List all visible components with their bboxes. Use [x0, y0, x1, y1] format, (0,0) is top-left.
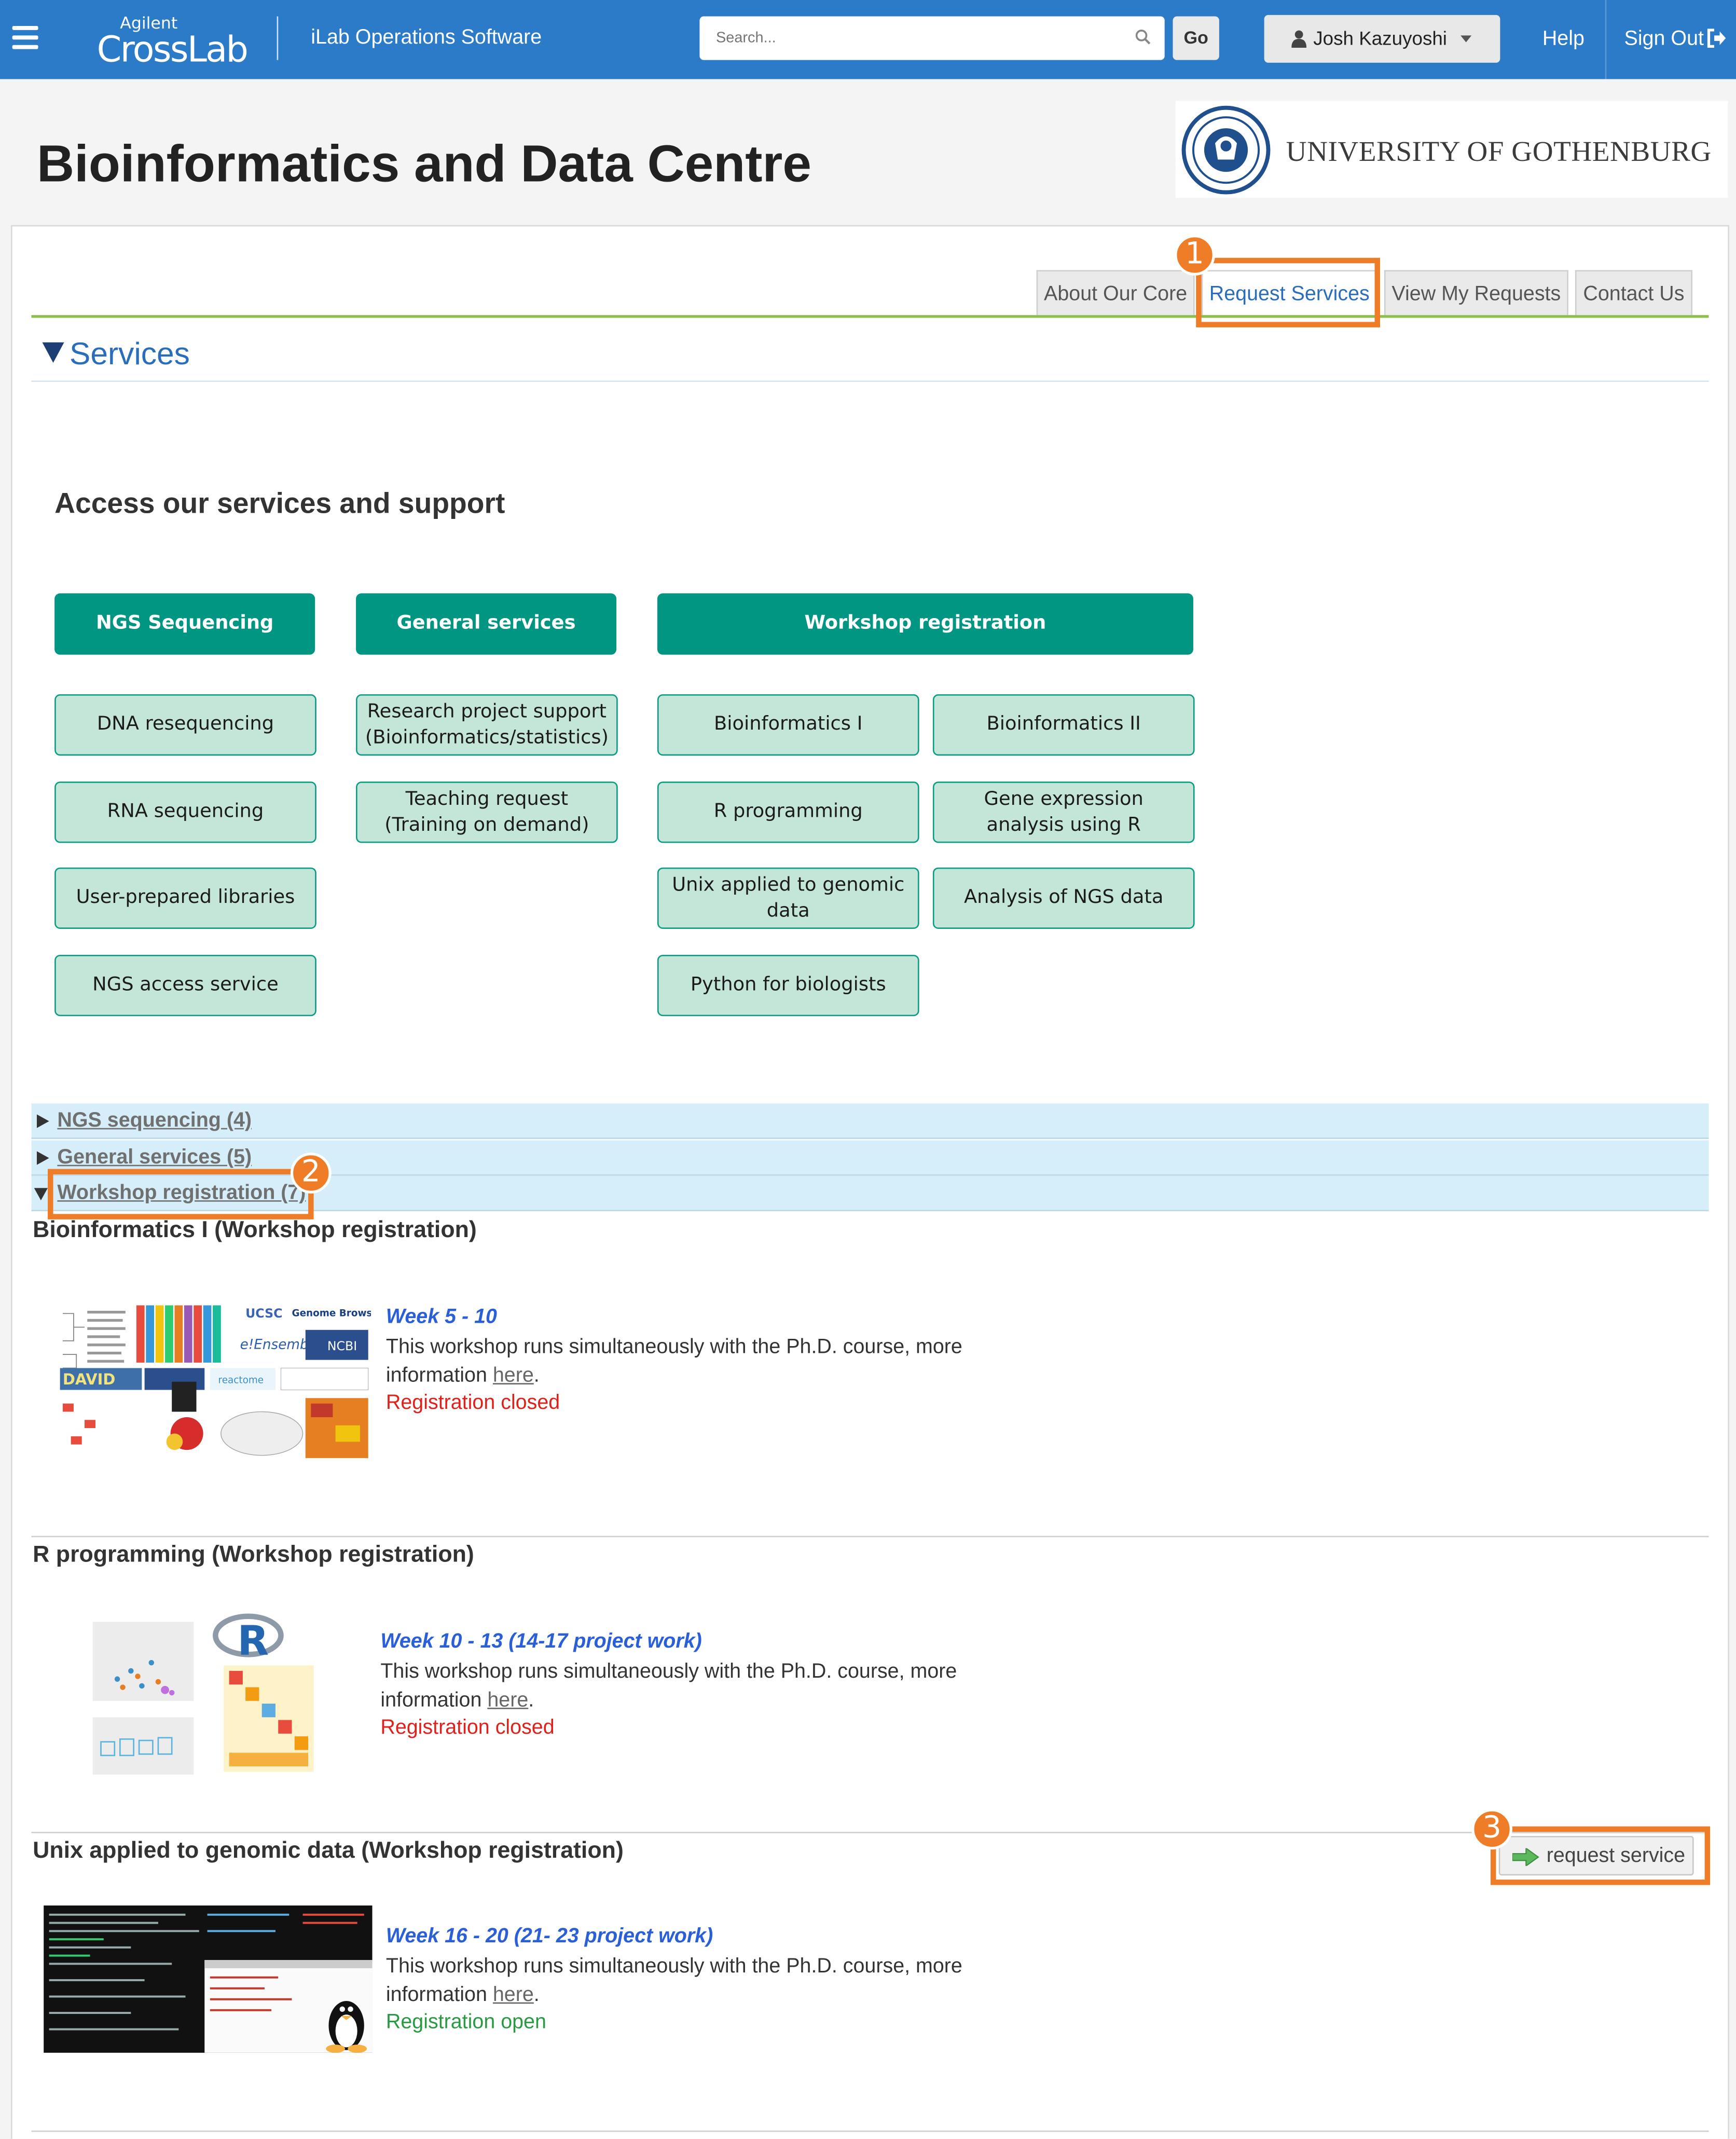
- item-title: Unix applied to genomic data (Workshop r…: [33, 1837, 624, 1863]
- ngs-sequencing-services-button[interactable]: NGS Sequencing services: [54, 593, 315, 696]
- python-for-biologists-button[interactable]: Python for biologists: [657, 954, 919, 1017]
- description-text: This workshop runs simultaneously with t…: [385, 1954, 962, 2007]
- hamburger-menu-icon[interactable]: [12, 25, 38, 49]
- bioinformatics-ii-button[interactable]: Bioinformatics II: [932, 694, 1195, 756]
- highlight-box-1: [1196, 257, 1381, 327]
- search-input[interactable]: [699, 16, 1123, 60]
- bioinformatics-collage-image: UCSC Genome Browser e!Ensembl NCBI DAVID…: [57, 1299, 371, 1461]
- svg-text:UCSC: UCSC: [245, 1306, 282, 1321]
- sign-out-icon[interactable]: [1706, 29, 1726, 48]
- svg-text:reactome: reactome: [218, 1375, 264, 1386]
- triangle-right-icon: [36, 1114, 49, 1128]
- sign-out-link[interactable]: Sign Out: [1624, 28, 1704, 51]
- go-button[interactable]: Go: [1173, 16, 1219, 60]
- item-separator: [31, 1832, 1709, 1833]
- description-period: .: [533, 1983, 540, 2007]
- services-divider: [31, 380, 1709, 382]
- annotation-badge-1: 1: [1174, 235, 1215, 276]
- top-navbar: Agilent CrossLab iLab Operations Softwar…: [0, 0, 1736, 79]
- item-description: This workshop runs simultaneously with t…: [386, 1952, 986, 2009]
- item-separator: [31, 2130, 1709, 2132]
- registration-status: Registration closed: [380, 1716, 555, 1739]
- search-icon[interactable]: [1135, 29, 1151, 45]
- user-icon: [1291, 30, 1307, 48]
- annotation-badge-3: 3: [1471, 1808, 1513, 1850]
- gene-expression-analysis-button[interactable]: Gene expression analysis using R: [932, 781, 1195, 843]
- ngs-access-service-button[interactable]: NGS access service: [54, 954, 316, 1017]
- category-label[interactable]: NGS sequencing (4): [57, 1109, 252, 1132]
- search-box: [699, 16, 1165, 60]
- crosslab-logo[interactable]: Agilent CrossLab: [95, 13, 249, 71]
- unix-terminal-image: [44, 1905, 373, 2053]
- brand-divider: [277, 16, 279, 60]
- item-description: This workshop runs simultaneously with t…: [380, 1657, 981, 1715]
- item-description: This workshop runs simultaneously with t…: [386, 1333, 986, 1390]
- category-ngs-sequencing[interactable]: NGS sequencing (4): [31, 1103, 1709, 1139]
- more-info-link[interactable]: here: [493, 1983, 534, 2007]
- highlight-box-3: [1490, 1826, 1711, 1885]
- svg-text:NCBI: NCBI: [327, 1339, 357, 1353]
- unix-genomic-data-button[interactable]: Unix applied to genomic data: [657, 867, 919, 929]
- university-logo: UNIVERSITY OF GOTHENBURG: [1175, 101, 1728, 198]
- services-heading[interactable]: Services: [42, 335, 190, 373]
- registration-status: Registration open: [385, 2010, 546, 2034]
- nav-divider: [1605, 0, 1607, 79]
- triangle-down-icon: [34, 1188, 48, 1201]
- tab-about-our-core[interactable]: About Our Core: [1036, 270, 1195, 316]
- item-title: Bioinformatics I (Workshop registration): [33, 1216, 477, 1243]
- svg-text:R: R: [237, 1616, 269, 1664]
- user-prepared-libraries-button[interactable]: User-prepared libraries: [54, 867, 316, 929]
- highlight-box-2: [47, 1169, 314, 1219]
- triangle-down-icon: [42, 342, 64, 363]
- r-programming-image: R: [76, 1611, 330, 1780]
- item-week: Week 10 - 13 (14-17 project work): [380, 1630, 702, 1653]
- app-name: iLab Operations Software: [311, 25, 542, 49]
- svg-text:e!Ensembl: e!Ensembl: [240, 1337, 313, 1353]
- university-seal-icon: [1181, 105, 1271, 195]
- description-text: This workshop runs simultaneously with t…: [380, 1660, 957, 1712]
- description-period: .: [528, 1689, 534, 1712]
- analysis-ngs-data-button[interactable]: Analysis of NGS data: [932, 867, 1195, 929]
- bioinformatics-i-button[interactable]: Bioinformatics I: [657, 694, 919, 756]
- tab-contact-us[interactable]: Contact Us: [1575, 270, 1692, 316]
- description-period: .: [533, 1364, 540, 1388]
- category-label[interactable]: General services (5): [57, 1146, 252, 1169]
- university-name: UNIVERSITY OF GOTHENBURG: [1286, 135, 1712, 168]
- services-heading-label: Services: [70, 335, 190, 371]
- workshop-registration-button[interactable]: Workshop registration: [657, 593, 1193, 655]
- user-menu-button[interactable]: Josh Kazuyoshi: [1264, 15, 1500, 63]
- registration-status: Registration closed: [385, 1391, 560, 1415]
- page-title: Bioinformatics and Data Centre: [36, 136, 811, 194]
- tab-view-my-requests[interactable]: View My Requests: [1384, 270, 1568, 316]
- tabs-underline: [31, 315, 1709, 318]
- more-info-link[interactable]: here: [493, 1364, 534, 1388]
- item-week: Week 5 - 10: [385, 1305, 497, 1329]
- svg-text:DAVID: DAVID: [63, 1370, 116, 1388]
- svg-text:Genome Browser: Genome Browser: [292, 1308, 370, 1319]
- r-programming-button[interactable]: R programming: [657, 781, 919, 843]
- rna-sequencing-button[interactable]: RNA sequencing: [54, 781, 316, 843]
- description-text: This workshop runs simultaneously with t…: [385, 1335, 962, 1388]
- triangle-right-icon: [36, 1151, 49, 1165]
- more-info-link[interactable]: here: [487, 1689, 528, 1712]
- research-project-support-button[interactable]: Research project support (Bioinformatics…: [356, 694, 618, 756]
- access-title: Access our services and support: [54, 488, 505, 520]
- help-link[interactable]: Help: [1542, 28, 1585, 51]
- item-separator: [31, 1535, 1709, 1538]
- general-services-button[interactable]: General services: [356, 593, 617, 655]
- chevron-down-icon: [1461, 35, 1472, 43]
- dna-resequencing-button[interactable]: DNA resequencing: [54, 694, 316, 756]
- annotation-badge-2: 2: [290, 1153, 332, 1194]
- teaching-request-button[interactable]: Teaching request (Training on demand): [356, 781, 618, 843]
- user-name: Josh Kazuyoshi: [1313, 27, 1448, 49]
- item-title: R programming (Workshop registration): [33, 1541, 474, 1568]
- item-week: Week 16 - 20 (21- 23 project work): [385, 1924, 713, 1948]
- brand-big: CrossLab: [97, 30, 249, 71]
